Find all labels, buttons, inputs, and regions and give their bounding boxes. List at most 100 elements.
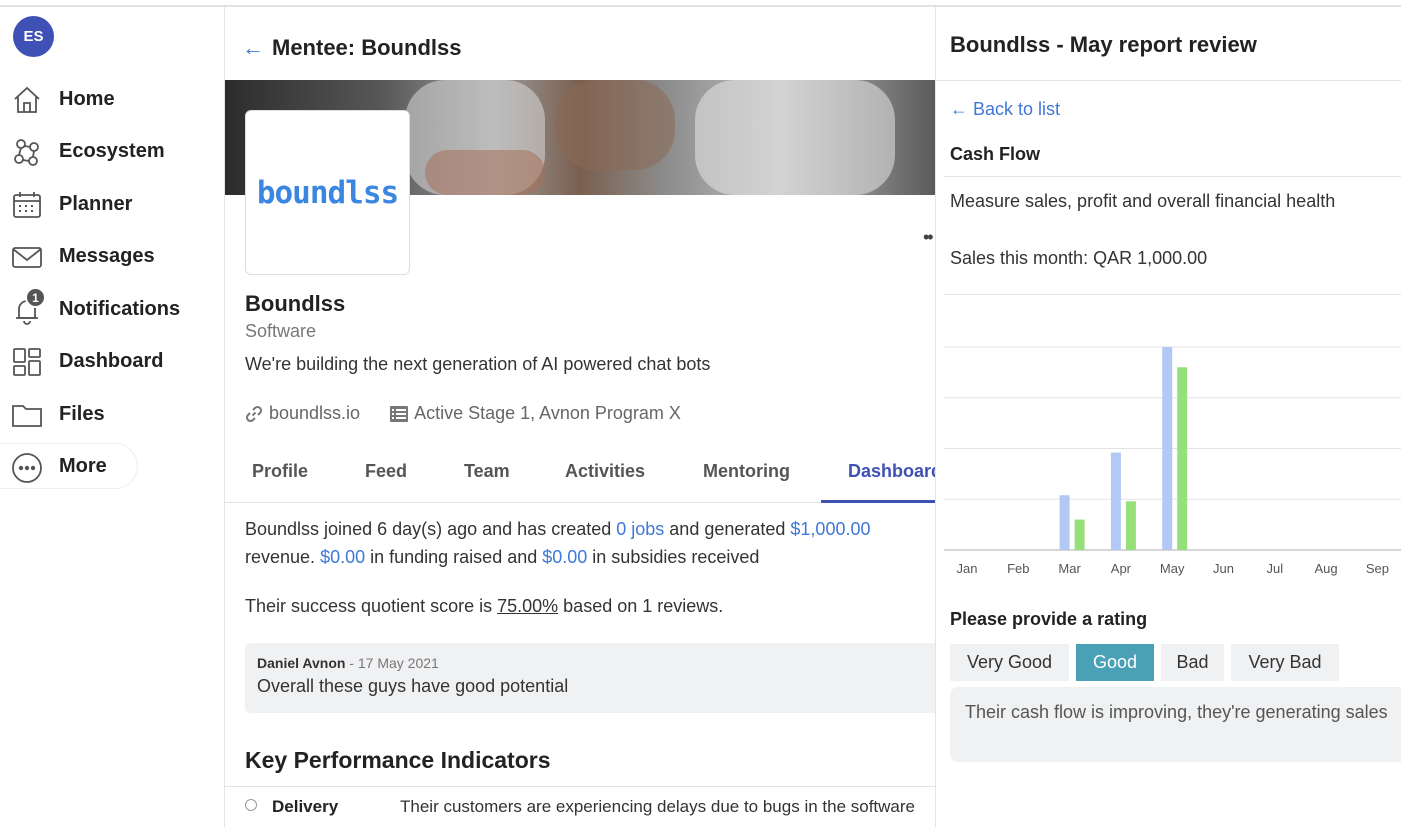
website-link[interactable]: boundlss.io: [245, 403, 360, 424]
company-name: Boundlss: [245, 291, 346, 316]
divider: [944, 176, 1401, 177]
review-author-name: Daniel Avnon: [257, 655, 346, 671]
sidebar: ES Home Ecosystem Planner Messages 1 Not…: [0, 7, 225, 827]
sidebar-item-label: Messages: [59, 244, 155, 267]
back-arrow-icon[interactable]: ←: [242, 35, 264, 60]
sidebar-item-files[interactable]: Files: [0, 391, 180, 437]
tab-mentoring[interactable]: Mentoring: [703, 461, 790, 482]
review-comment-field[interactable]: Their cash flow is improving, they're ge…: [950, 687, 1401, 762]
tab-activities[interactable]: Activities: [565, 461, 645, 482]
x-tick-label: Apr: [1111, 561, 1132, 576]
page-title: ← Mentee: Boundlss: [242, 35, 461, 61]
x-tick-label: Aug: [1315, 561, 1338, 576]
rating-bad-button[interactable]: Bad: [1161, 644, 1224, 681]
rating-good-button[interactable]: Good: [1076, 644, 1154, 681]
logo-text: boundlss: [256, 174, 399, 211]
score-value[interactable]: 75.00%: [497, 596, 558, 616]
revenue-link[interactable]: $1,000.00: [790, 519, 870, 539]
kpi-radio[interactable]: [245, 799, 257, 811]
tab-team[interactable]: Team: [464, 461, 510, 482]
folder-icon: [11, 399, 43, 431]
program-stage: Active Stage 1, Avnon Program X: [390, 403, 681, 424]
subsidies-link[interactable]: $0.00: [542, 547, 587, 567]
x-tick-label: Sep: [1366, 561, 1389, 576]
arrow-left-icon: ←: [950, 99, 974, 119]
mail-icon: [11, 241, 43, 273]
divider: [936, 80, 1401, 81]
chart-bar: [1125, 501, 1136, 550]
success-score: Their success quotient score is 75.00% b…: [245, 596, 723, 617]
summary-part: Boundlss joined 6 day(s) ago and has cre…: [245, 519, 617, 539]
sidebar-item-label: Notifications: [59, 297, 181, 320]
more-options-icon[interactable]: ••: [923, 227, 934, 248]
sidebar-item-label: More: [59, 454, 107, 477]
sidebar-item-planner[interactable]: Planner: [0, 181, 180, 227]
sidebar-item-messages[interactable]: Messages: [0, 233, 180, 279]
company-meta: boundlss.io Active Stage 1, Avnon Progra…: [245, 403, 711, 424]
sidebar-item-label: Dashboard: [59, 349, 164, 372]
divider: [225, 786, 935, 787]
calendar-icon: [11, 189, 43, 221]
rating-title: Please provide a rating: [950, 609, 1148, 629]
kpi-text: Their customers are experiencing delays …: [400, 797, 915, 816]
sidebar-item-label: Home: [59, 87, 115, 110]
review-date: - 17 May 2021: [345, 655, 439, 671]
x-tick-label: Jan: [957, 561, 978, 576]
x-tick-label: Feb: [1007, 561, 1029, 576]
section-title: Cash Flow: [950, 144, 1041, 164]
section-description: Measure sales, profit and overall financ…: [950, 191, 1336, 211]
funding-link[interactable]: $0.00: [320, 547, 365, 567]
chart-bar: [1110, 452, 1121, 550]
kpi-title: Key Performance Indicators: [245, 747, 551, 773]
review-text: Overall these guys have good potential: [257, 676, 569, 696]
tab-profile[interactable]: Profile: [252, 461, 308, 482]
dashboard-icon: [11, 346, 43, 378]
jobs-link[interactable]: 0 jobs: [616, 519, 664, 539]
chart-bar: [1162, 347, 1173, 550]
chart-bar: [1177, 367, 1188, 550]
summary-part: revenue.: [245, 547, 321, 567]
cash-flow-chart: Jan Feb Mar Apr May Jun Jul Aug Sep: [944, 346, 1401, 576]
sidebar-item-more[interactable]: More: [0, 443, 138, 489]
main-content: ← Mentee: Boundlss boundlss •• Boundlss S…: [225, 7, 935, 827]
sidebar-item-label: Files: [59, 402, 105, 425]
more-icon: [11, 452, 43, 484]
rating-very-bad-button[interactable]: Very Bad: [1231, 644, 1339, 681]
kpi-name: Delivery: [272, 797, 339, 816]
summary-part: and generated: [664, 519, 791, 539]
avatar[interactable]: ES: [13, 16, 54, 57]
sidebar-item-home[interactable]: Home: [0, 76, 180, 122]
sidebar-item-notifications[interactable]: 1 Notifications: [0, 286, 180, 332]
tab-dashboard[interactable]: Dashboard: [848, 461, 935, 482]
company-description: We're building the next generation of AI…: [245, 354, 711, 374]
score-part: based on 1 reviews.: [558, 596, 724, 616]
profile-tabs: Profile Feed Team Activities Mentoring D…: [225, 447, 935, 503]
x-tick-label: Mar: [1058, 561, 1081, 576]
company-category: Software: [245, 321, 317, 341]
home-icon: [11, 84, 43, 116]
sales-text: Sales this month: QAR 1,000.00: [950, 248, 1208, 268]
score-part: Their success quotient score is: [245, 596, 498, 616]
back-link-label: Back to list: [973, 99, 1061, 119]
x-tick-label: Jun: [1213, 561, 1234, 576]
sidebar-item-label: Ecosystem: [59, 139, 165, 162]
tab-feed[interactable]: Feed: [365, 461, 407, 482]
list-icon: [390, 405, 409, 422]
chart-bar: [1074, 519, 1085, 550]
summary-part: in funding raised and: [365, 547, 543, 567]
stage-text: Active Stage 1, Avnon Program X: [414, 403, 681, 423]
link-icon: [245, 405, 263, 422]
review-card: Daniel Avnon - 17 May 2021 Overall these…: [245, 643, 935, 713]
rating-very-good-button[interactable]: Very Good: [950, 644, 1069, 681]
back-to-list-link[interactable]: ← Back to list: [950, 99, 1060, 120]
panel-title: Boundlss - May report review: [950, 32, 1257, 57]
report-review-panel: Boundlss - May report review ← Back to l…: [935, 7, 1401, 827]
sidebar-item-label: Planner: [59, 192, 133, 215]
sidebar-item-ecosystem[interactable]: Ecosystem: [0, 128, 180, 174]
x-tick-label: May: [1160, 561, 1185, 576]
sidebar-item-dashboard[interactable]: Dashboard: [0, 338, 180, 384]
active-tab-indicator: [821, 500, 935, 503]
ecosystem-icon: [11, 136, 43, 168]
summary-text: Boundlss joined 6 day(s) ago and has cre…: [245, 515, 935, 571]
notification-badge: 1: [25, 287, 46, 308]
